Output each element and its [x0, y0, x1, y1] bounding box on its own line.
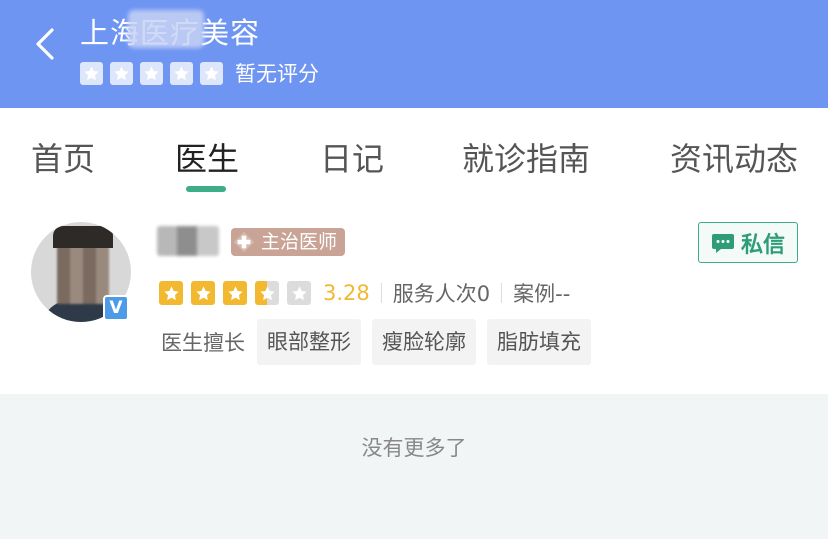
redacted-title-segment [128, 10, 204, 48]
case-count: 案例-- [513, 282, 571, 306]
star-icon [140, 61, 163, 85]
divider [501, 283, 503, 303]
rating-status: 暂无评分 [235, 62, 319, 86]
specialty-tag: 脂肪填充 [487, 319, 591, 365]
star-filled-icon [223, 281, 247, 305]
divider [380, 283, 382, 303]
end-of-list-text: 没有更多了 [361, 436, 467, 460]
star-empty-icon [287, 281, 311, 305]
doctor-rating: 3.28 服务人次0 案例-- [159, 278, 570, 308]
star-half-icon [255, 281, 279, 305]
private-message-button[interactable]: 私信 [698, 222, 798, 263]
doctor-title-label: 主治医师 [261, 231, 338, 253]
service-count: 服务人次0 [392, 282, 491, 306]
plus-icon [233, 231, 255, 253]
private-message-label: 私信 [740, 232, 785, 258]
star-icon [200, 61, 223, 85]
star-icon [170, 61, 193, 85]
tab-doctors[interactable]: 医生 [175, 134, 239, 180]
tab-bar: 首页 医生 日记 就诊指南 资讯动态 [0, 108, 828, 200]
chevron-left-icon [36, 28, 54, 60]
tab-news[interactable]: 资讯动态 [670, 134, 798, 180]
rating-score: 3.28 [323, 281, 370, 305]
tab-home[interactable]: 首页 [31, 134, 95, 180]
verified-badge: V [103, 295, 129, 321]
chat-bubble-icon [711, 233, 734, 253]
avatar-hair [53, 226, 113, 248]
specialty-tags: 医生擅长 眼部整形 瘦脸轮廓 脂肪填充 [161, 319, 602, 365]
doctor-title-badge: 主治医师 [231, 228, 346, 256]
specialty-tag: 瘦脸轮廓 [372, 319, 476, 365]
header-rating: 暂无评分 [80, 58, 319, 88]
tab-diary[interactable]: 日记 [320, 134, 384, 180]
active-tab-indicator [186, 186, 226, 192]
star-icon [110, 61, 133, 85]
doctor-name-redacted [157, 226, 219, 256]
tab-visit-guide[interactable]: 就诊指南 [462, 134, 590, 180]
star-filled-icon [191, 281, 215, 305]
specialty-tag: 眼部整形 [257, 319, 361, 365]
specialty-label: 医生擅长 [161, 331, 245, 355]
back-button[interactable] [30, 26, 66, 62]
star-filled-icon [159, 281, 183, 305]
doctor-card[interactable]: V 主治医师 3.28 服务人次0 案例-- 医生擅长 眼部整形 瘦脸轮廓 脂肪… [0, 200, 828, 394]
star-icon [80, 61, 103, 85]
header-bar: 上海医疗美容 暂无评分 [0, 0, 828, 108]
